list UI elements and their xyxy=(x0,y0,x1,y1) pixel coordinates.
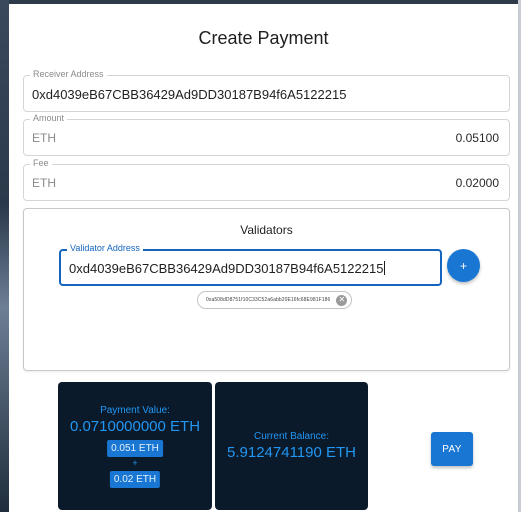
validator-address-text: 0xd4039eB67CBB36429Ad9DD30187B94f6A51222… xyxy=(69,261,384,276)
validators-card: Validators Validator Address 0xd4039eB67… xyxy=(23,208,510,371)
payment-fee-pill: 0.02 ETH xyxy=(109,471,161,488)
amount-value: 0.05100 xyxy=(455,131,499,145)
fee-label: Fee xyxy=(30,158,52,168)
receiver-address-label: Receiver Address xyxy=(30,69,107,79)
pay-button[interactable]: PAY xyxy=(431,432,473,466)
current-balance-panel: Current Balance: 5.9124741190 ETH xyxy=(215,382,368,510)
plus-sign: + xyxy=(132,458,138,468)
add-validator-button[interactable]: + xyxy=(447,249,480,282)
text-caret xyxy=(384,261,386,275)
remove-chip-icon[interactable]: ✕ xyxy=(336,294,348,306)
app-window: Create Payment Receiver Address 0xd4039e… xyxy=(0,0,521,512)
validator-chip-address: 0xa508dD8751f10C33C52a6abb20E16fc68E981F… xyxy=(206,297,331,303)
validator-address-input[interactable]: Validator Address 0xd4039eB67CBB36429Ad9… xyxy=(59,243,442,286)
payment-value-total: 0.0710000000 ETH xyxy=(69,418,201,435)
window-edge-top xyxy=(9,0,521,4)
validator-address-value: 0xd4039eB67CBB36429Ad9DD30187B94f6A51222… xyxy=(69,261,386,276)
fee-unit: ETH xyxy=(32,176,56,190)
payment-value-panel: Payment Value: 0.0710000000 ETH 0.051 ET… xyxy=(58,382,212,510)
amount-field[interactable]: Amount ETH 0.05100 xyxy=(23,113,510,156)
payment-amount-pill: 0.051 ETH xyxy=(107,440,163,457)
fee-field[interactable]: Fee ETH 0.02000 xyxy=(23,158,510,201)
validator-address-label: Validator Address xyxy=(67,243,143,253)
fee-value: 0.02000 xyxy=(455,176,499,190)
receiver-address-value: 0xd4039eB67CBB36429Ad9DD30187B94f6A51222… xyxy=(32,87,347,102)
current-balance-value: 5.9124741190 ETH xyxy=(227,444,356,461)
current-balance-label: Current Balance: xyxy=(253,431,330,442)
receiver-address-field[interactable]: Receiver Address 0xd4039eB67CBB36429Ad9D… xyxy=(23,69,510,112)
window-edge-left xyxy=(0,0,9,512)
page-title: Create Payment xyxy=(198,28,329,48)
amount-label: Amount xyxy=(30,113,68,123)
validator-chip[interactable]: 0xa508dD8751f10C33C52a6abb20E16fc68E981F… xyxy=(197,291,353,309)
payment-value-label: Payment Value: xyxy=(100,405,170,416)
validators-title: Validators xyxy=(240,223,293,237)
amount-unit: ETH xyxy=(32,131,56,145)
